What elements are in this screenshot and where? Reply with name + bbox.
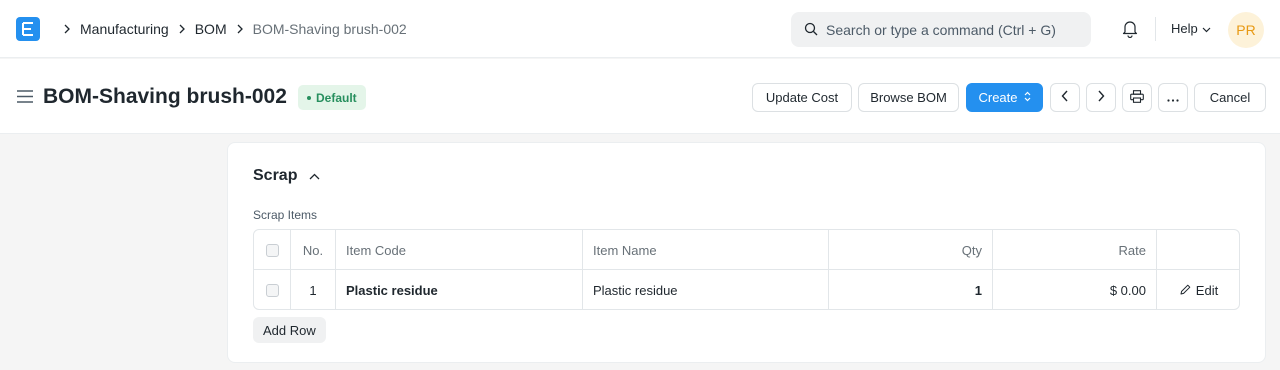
col-no: No. [291,230,336,270]
select-all-checkbox[interactable] [265,243,279,257]
chevron-up-icon[interactable] [309,167,320,185]
breadcrumb-current[interactable]: BOM-Shaving brush-002 [253,21,407,37]
cancel-button[interactable]: Cancel [1194,83,1266,112]
chevron-left-icon [1061,90,1069,105]
print-button[interactable] [1122,83,1152,112]
row-qty[interactable]: 1 [829,270,993,309]
breadcrumb-bom[interactable]: BOM [195,21,227,37]
table-header-row: No. Item Code Item Name Qty Rate [254,230,1239,270]
printer-icon [1130,89,1144,106]
hamburger-icon[interactable] [17,90,33,106]
next-button[interactable] [1086,83,1116,112]
col-qty: Qty [829,230,993,270]
col-actions [1157,230,1239,270]
create-button[interactable]: Create [966,83,1043,112]
select-arrows-icon [1024,90,1031,105]
col-item-code: Item Code [336,230,583,270]
app-logo-icon[interactable] [16,17,40,41]
top-navbar: Manufacturing BOM BOM-Shaving brush-002 … [0,0,1280,58]
create-button-label: Create [978,90,1018,105]
ellipsis-icon [1167,90,1179,105]
row-checkbox[interactable] [265,283,279,297]
help-dropdown[interactable]: Help [1171,21,1211,36]
select-all-cell [254,230,291,270]
scrap-section-card: Scrap Scrap Items No. Item Code Item Nam… [227,142,1266,363]
avatar[interactable]: PR [1228,12,1264,48]
row-rate[interactable]: $ 0.00 [993,270,1157,309]
divider [1155,17,1156,41]
table-label: Scrap Items [253,208,318,222]
update-cost-button[interactable]: Update Cost [752,83,852,112]
chevron-right-icon [1097,90,1105,105]
chevron-right-icon [169,24,195,34]
section-header[interactable]: Scrap [253,167,320,185]
row-item-name[interactable]: Plastic residue [583,270,829,309]
status-badge-label: Default [316,90,357,105]
row-no: 1 [291,270,336,309]
browse-bom-button[interactable]: Browse BOM [858,83,959,112]
page-title: BOM-Shaving brush-002 [43,85,287,108]
table-row[interactable]: 1 Plastic residue Plastic residue 1 $ 0.… [254,270,1239,309]
help-label: Help [1171,21,1198,36]
status-badge: Default [298,85,366,110]
page-header: BOM-Shaving brush-002 Default Update Cos… [0,59,1280,134]
row-edit-button[interactable]: Edit [1157,270,1239,309]
search-input[interactable]: Search or type a command (Ctrl + G) [791,12,1091,47]
add-row-button[interactable]: Add Row [253,317,326,343]
status-dot [307,95,311,100]
section-title: Scrap [253,167,298,184]
breadcrumb-manufacturing[interactable]: Manufacturing [80,21,169,37]
col-rate: Rate [993,230,1157,270]
pencil-icon [1180,283,1191,298]
chevron-down-icon [1202,21,1211,36]
breadcrumb: Manufacturing BOM BOM-Shaving brush-002 [54,20,407,38]
search-placeholder: Search or type a command (Ctrl + G) [826,22,1056,38]
edit-label: Edit [1195,282,1219,298]
search-icon [804,22,818,39]
more-actions-button[interactable] [1158,83,1188,112]
row-select-cell [254,270,291,309]
previous-button[interactable] [1050,83,1080,112]
scrap-items-table: No. Item Code Item Name Qty Rate 1 Plast… [253,229,1240,310]
bell-icon[interactable] [1121,19,1139,41]
col-item-name: Item Name [583,230,829,270]
row-item-code[interactable]: Plastic residue [336,270,583,309]
chevron-right-icon [227,24,253,34]
chevron-right-icon [54,24,80,34]
